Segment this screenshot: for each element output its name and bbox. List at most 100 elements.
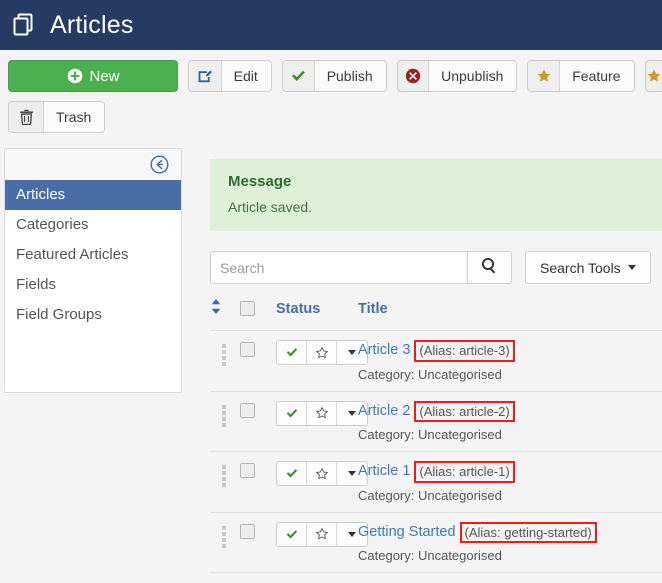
sidebar-item-label: Articles	[16, 186, 66, 203]
check-icon	[282, 61, 315, 91]
status-button-group	[276, 400, 368, 426]
title-line: Getting Started (Alias: getting-started)	[358, 521, 662, 544]
search-button[interactable]	[467, 251, 512, 284]
sidebar-item-field-groups[interactable]: Field Groups	[5, 300, 181, 330]
row-select-cell[interactable]	[240, 330, 276, 392]
edit-button[interactable]: Edit	[188, 60, 272, 92]
trash-icon	[9, 102, 44, 132]
sidebar-item-featured-articles[interactable]: Featured Articles	[5, 240, 181, 270]
article-title-link[interactable]: Article 3	[358, 341, 410, 360]
toolbar-row-primary: New Edit Publish Unpublish Feature	[8, 60, 662, 92]
edit-button-label: Edit	[221, 61, 271, 91]
article-title-link[interactable]: Article 1	[358, 462, 410, 481]
title-line: Article 2 (Alias: article-2)	[358, 400, 662, 423]
row-drag-cell[interactable]	[210, 511, 240, 574]
articles-table: Status Title Article 3 (Alias: article-3…	[210, 298, 662, 574]
table-head: Status Title	[210, 298, 662, 331]
search-tools-button[interactable]: Search Tools	[525, 251, 651, 284]
row-select-cell[interactable]	[240, 511, 276, 574]
chevron-down-icon	[627, 265, 636, 270]
publish-toggle[interactable]	[277, 401, 307, 425]
column-status[interactable]: Status	[276, 298, 358, 331]
publish-toggle[interactable]	[277, 341, 307, 364]
caret-down-icon	[348, 350, 356, 355]
feature-toggle[interactable]	[307, 522, 337, 546]
unpublish-button[interactable]: Unpublish	[396, 60, 518, 92]
row-drag-cell[interactable]	[210, 451, 240, 513]
articles-stack-icon	[10, 11, 38, 39]
drag-handle-icon[interactable]	[222, 404, 226, 427]
publish-toggle[interactable]	[277, 522, 307, 546]
row-title-cell: Article 2 (Alias: article-2) Category: U…	[358, 390, 662, 452]
toolbar-row-secondary: Trash	[8, 101, 662, 133]
sidebar-item-fields[interactable]: Fields	[5, 270, 181, 300]
article-title-link[interactable]: Getting Started	[358, 523, 456, 542]
feature-button-label: Feature	[560, 61, 634, 91]
drag-handle-icon[interactable]	[222, 344, 226, 366]
table-row: Article 3 (Alias: article-3) Category: U…	[210, 330, 662, 392]
feature-toggle[interactable]	[307, 341, 337, 364]
title-line: Article 1 (Alias: article-1)	[358, 461, 662, 483]
sidebar-item-articles[interactable]: Articles	[5, 180, 181, 210]
sidebar-filler	[5, 330, 181, 392]
new-button[interactable]: New	[8, 60, 179, 92]
row-checkbox[interactable]	[240, 463, 255, 479]
drag-handle-icon[interactable]	[222, 525, 226, 548]
table-row: Getting Started (Alias: getting-started)…	[210, 511, 662, 574]
plus-circle-icon	[67, 68, 82, 84]
row-drag-cell[interactable]	[210, 390, 240, 452]
pencil-square-icon	[189, 61, 222, 91]
select-all-checkbox[interactable]	[240, 301, 255, 317]
article-category: Category: Uncategorised	[358, 366, 502, 382]
row-select-cell[interactable]	[240, 451, 276, 513]
row-checkbox[interactable]	[240, 402, 255, 418]
table-row: Article 1 (Alias: article-1) Category: U…	[210, 451, 662, 513]
row-checkbox[interactable]	[240, 523, 255, 539]
publish-toggle[interactable]	[277, 462, 307, 486]
sidebar: Articles Categories Featured Articles Fi…	[4, 148, 182, 393]
sidebar-header	[5, 149, 181, 180]
search-input[interactable]	[210, 251, 467, 284]
row-drag-cell[interactable]	[210, 330, 240, 392]
arrow-circle-left-icon[interactable]	[150, 155, 169, 174]
page-header: Articles	[0, 0, 662, 50]
main-panel: Message Article saved. Search Tools	[182, 148, 662, 574]
sidebar-item-label: Field Groups	[16, 306, 102, 323]
publish-button-label: Publish	[314, 61, 386, 91]
magnifier-icon	[481, 257, 498, 279]
row-select-cell[interactable]	[240, 390, 276, 452]
column-title[interactable]: Title	[358, 298, 662, 331]
row-status-cell	[276, 451, 368, 513]
caret-down-icon	[348, 471, 356, 477]
feature-toggle[interactable]	[307, 401, 337, 425]
unfeature-button[interactable]	[644, 60, 662, 92]
sidebar-item-categories[interactable]: Categories	[5, 210, 181, 240]
row-title-cell: Getting Started (Alias: getting-started)…	[358, 511, 662, 574]
trash-button[interactable]: Trash	[8, 101, 106, 133]
times-circle-icon	[397, 61, 430, 91]
title-line: Article 3 (Alias: article-3)	[358, 340, 662, 362]
star-icon	[645, 61, 662, 91]
page-title: Articles	[50, 10, 134, 39]
trash-button-label: Trash	[44, 102, 105, 132]
column-select-all[interactable]	[240, 298, 276, 331]
article-alias: (Alias: article-2)	[414, 400, 515, 423]
message-alert: Message Article saved.	[210, 159, 662, 231]
feature-button[interactable]: Feature	[527, 60, 635, 92]
publish-button[interactable]: Publish	[281, 60, 387, 92]
article-alias: (Alias: getting-started)	[459, 521, 597, 544]
status-button-group	[276, 340, 368, 365]
column-ordering[interactable]	[210, 298, 240, 331]
caret-down-icon	[348, 531, 356, 537]
toolbar: New Edit Publish Unpublish Feature Trash	[0, 50, 662, 148]
row-title-cell: Article 3 (Alias: article-3) Category: U…	[358, 330, 662, 392]
sidebar-item-label: Featured Articles	[16, 246, 129, 263]
status-button-group	[276, 521, 368, 547]
table-header-row: Status Title	[210, 298, 662, 331]
feature-toggle[interactable]	[307, 462, 337, 486]
row-checkbox[interactable]	[240, 342, 255, 357]
content-area: Articles Categories Featured Articles Fi…	[0, 148, 662, 574]
article-title-link[interactable]: Article 2	[358, 402, 410, 421]
status-button-group	[276, 461, 368, 487]
drag-handle-icon[interactable]	[222, 465, 226, 488]
